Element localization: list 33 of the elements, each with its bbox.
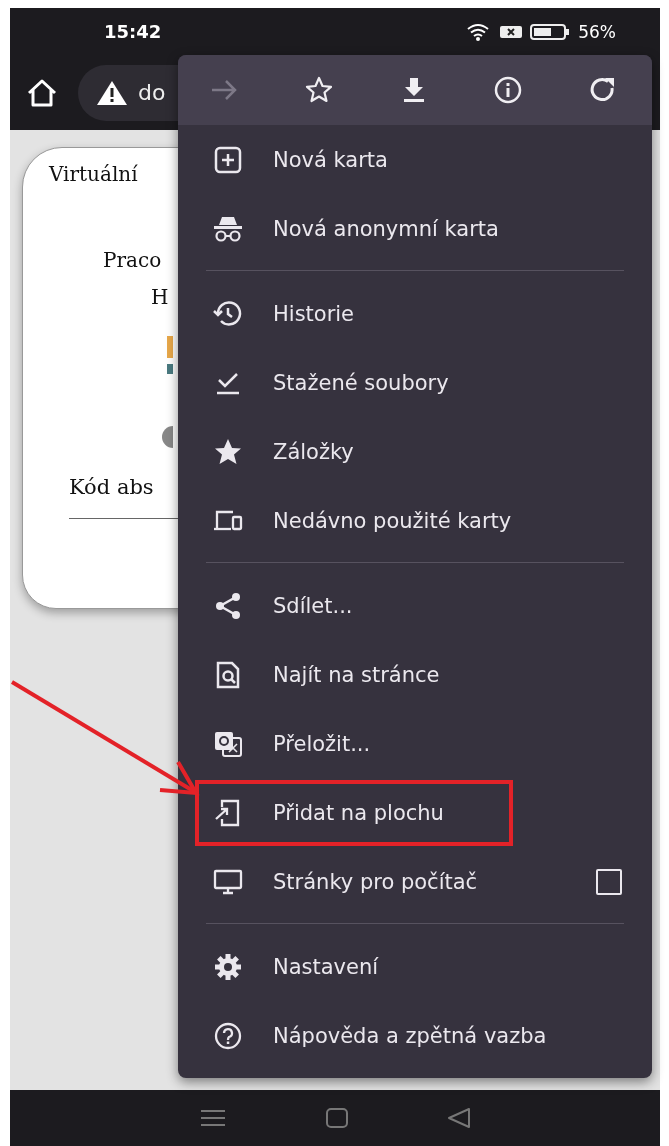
menu-item[interactable]: Nedávno použité karty (178, 486, 652, 555)
menu-item[interactable]: Přeložit... (178, 709, 652, 778)
page-title: Virtuální (49, 162, 138, 186)
field-label: Kód abs (69, 475, 154, 499)
sim-card-icon (500, 23, 523, 40)
menu-item[interactable]: Stažené soubory (178, 348, 652, 417)
menu-item[interactable]: Najít na stránce (178, 640, 652, 709)
home-square-icon[interactable] (325, 1107, 349, 1129)
help-icon (213, 1020, 243, 1051)
menu-item[interactable]: Nápověda a zpětná vazba (178, 1001, 652, 1070)
menu-item[interactable]: Sdílet... (178, 571, 652, 640)
menu-item[interactable]: Nová karta (178, 125, 652, 194)
menu-item[interactable]: Historie (178, 279, 652, 348)
settings-icon (213, 951, 243, 982)
home-icon[interactable] (26, 77, 58, 108)
battery-icon (530, 22, 571, 41)
logo-fragment-drawing (167, 336, 173, 374)
menu-item[interactable]: Nastavení (178, 932, 652, 1001)
page-text: Praco (103, 248, 162, 272)
clock-time: 15:42 (104, 21, 162, 42)
share-icon (213, 590, 243, 621)
battery-percent: 56% (578, 21, 616, 42)
menu-item[interactable]: Záložky (178, 417, 652, 486)
menu-item[interactable]: Přidat na plochu (178, 778, 652, 847)
history-icon (213, 298, 243, 329)
circle-fragment-drawing (161, 426, 173, 448)
menu-icon[interactable] (199, 1108, 227, 1128)
page-text: H (151, 285, 169, 309)
menu-item[interactable]: Nová anonymní karta (178, 194, 652, 263)
menu-item[interactable]: Stránky pro počítač (178, 847, 652, 916)
checkbox[interactable] (596, 868, 622, 895)
plus-box-icon (213, 144, 243, 175)
back-icon[interactable] (447, 1107, 471, 1129)
